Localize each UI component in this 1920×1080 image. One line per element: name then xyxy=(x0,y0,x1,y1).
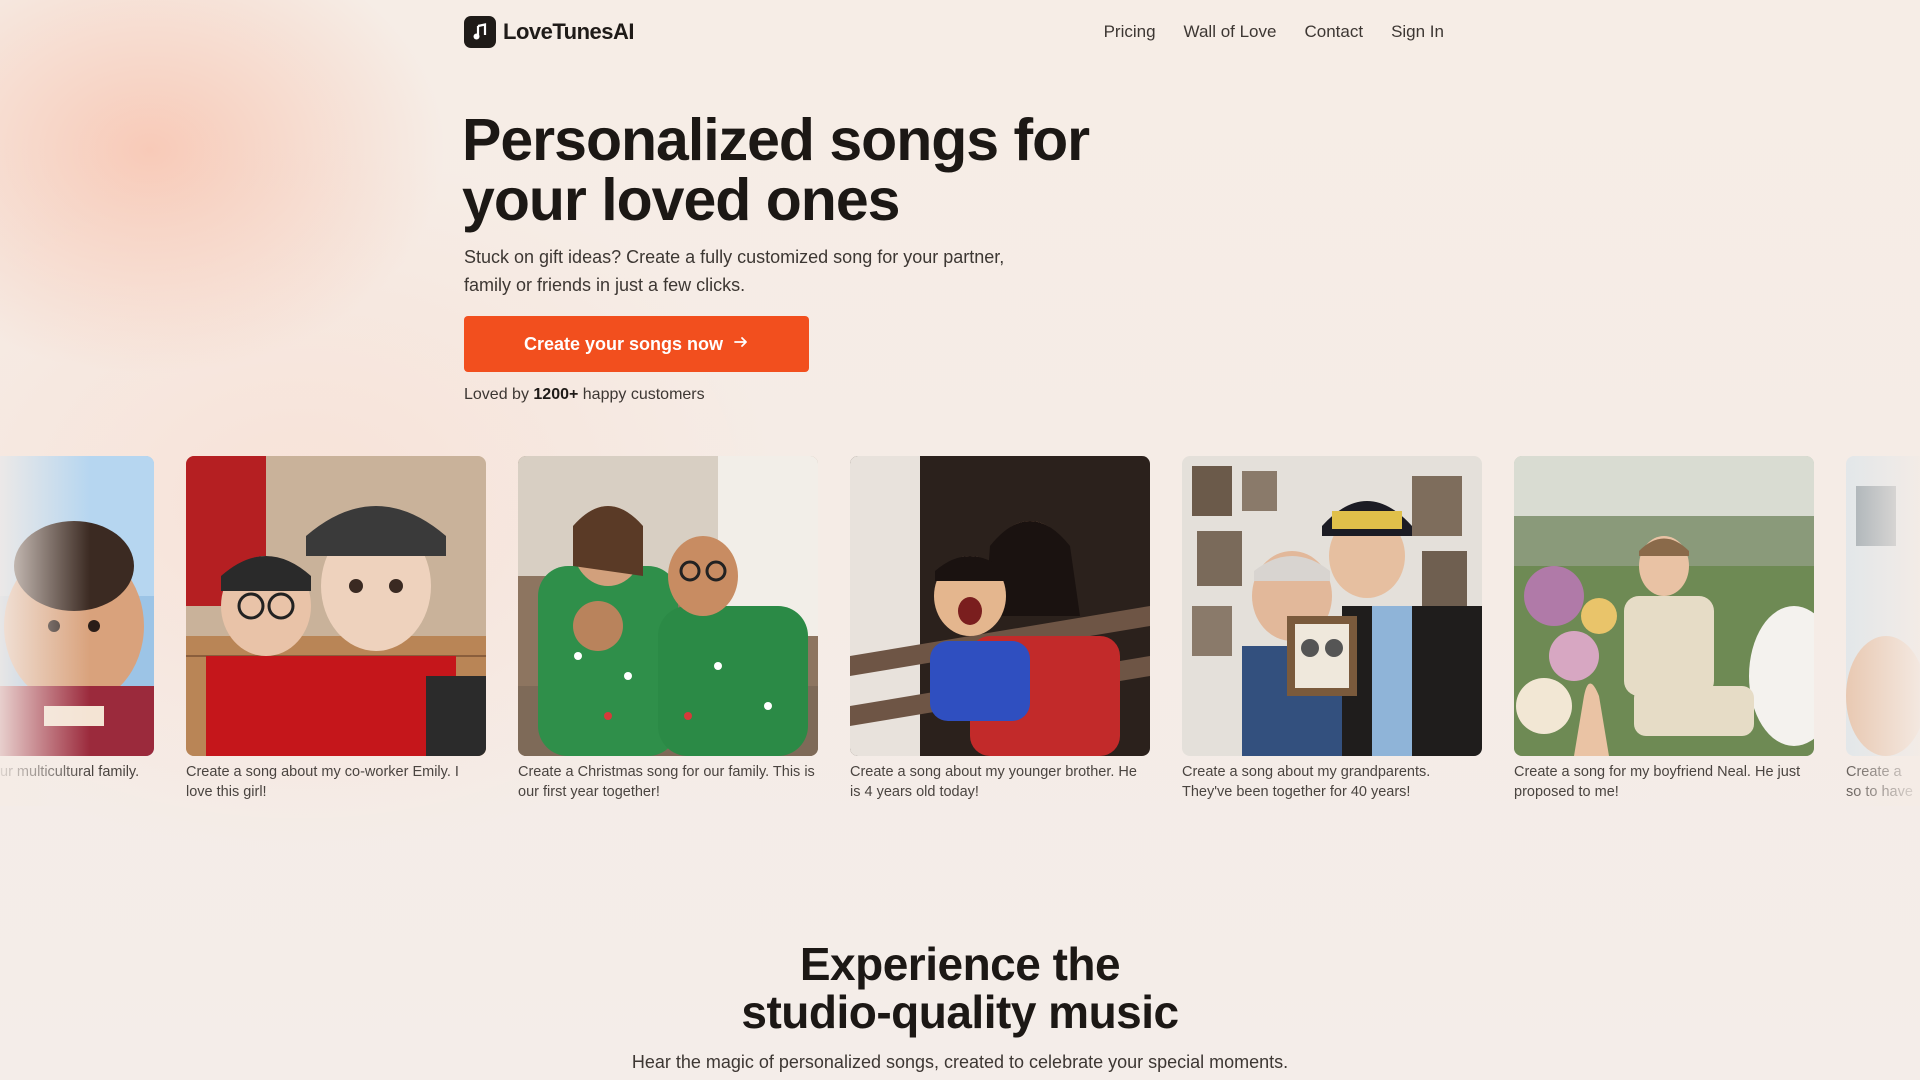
card-caption: Create a Christmas song for our family. … xyxy=(518,764,815,800)
card-caption: ur multicultural family. xyxy=(0,764,140,780)
card-photo xyxy=(518,456,818,756)
card-caption: Create a song about my grandparents. The… xyxy=(1182,764,1431,800)
hero-title-line-1: Personalized songs for xyxy=(462,107,1090,173)
card-caption: Create a song about my co-worker Emily. … xyxy=(186,764,459,800)
nav-contact-link[interactable]: Contact xyxy=(1304,22,1363,42)
card-photo xyxy=(186,456,486,756)
card-caption: Create a song for my boyfriend Neal. He … xyxy=(1514,764,1801,800)
social-proof-prefix: Loved by xyxy=(464,386,529,403)
nav-sign-in-link[interactable]: Sign In xyxy=(1391,22,1444,42)
hero-subtitle: Stuck on gift ideas? Create a fully cust… xyxy=(464,247,1005,295)
card-caption: Create a so to have a xyxy=(1846,764,1913,806)
nav-pricing-link[interactable]: Pricing xyxy=(1104,22,1156,42)
brand-name: LoveTunesAI xyxy=(503,19,635,44)
customer-count: 1200+ xyxy=(533,386,579,403)
social-proof: Loved by 1200+ happy customers xyxy=(464,386,705,404)
hero-title: Personalized songs for your loved ones xyxy=(462,110,1222,230)
top-nav: LoveTunesAI Pricing Wall of Love Contact… xyxy=(464,14,1444,50)
social-proof-suffix: happy customers xyxy=(582,386,705,403)
music-note-icon xyxy=(464,16,496,48)
card-photo xyxy=(0,456,154,756)
hero-title-line-2: your loved ones xyxy=(462,167,900,233)
section-title-line-2: studio-quality music xyxy=(741,986,1179,1038)
section-subtitle: Hear the magic of personalized songs, cr… xyxy=(631,1052,1289,1072)
section-title: Experience the studio-quality music xyxy=(0,940,1920,1036)
nav-links: Pricing Wall of Love Contact Sign In xyxy=(1104,22,1444,42)
card-photo xyxy=(1182,456,1482,756)
section-title-line-1: Experience the xyxy=(799,938,1121,990)
card-caption: Create a song about my younger brother. … xyxy=(850,764,1137,800)
carousel-card[interactable]: Create a song for my boyfriend Neal. He … xyxy=(1514,456,1814,802)
arrow-right-icon xyxy=(733,334,749,355)
card-photo xyxy=(1514,456,1814,756)
carousel-card[interactable]: Create a song about my co-worker Emily. … xyxy=(186,456,486,802)
card-photo xyxy=(1846,456,1920,756)
nav-wall-of-love-link[interactable]: Wall of Love xyxy=(1184,22,1277,42)
carousel-card[interactable]: Create a song about my younger brother. … xyxy=(850,456,1150,802)
carousel-card[interactable]: ur multicultural family. xyxy=(0,456,154,782)
create-songs-button[interactable]: Create your songs now xyxy=(464,316,809,372)
card-photo xyxy=(850,456,1150,756)
carousel-card[interactable]: Create a Christmas song for our family. … xyxy=(518,456,818,802)
create-songs-label: Create your songs now xyxy=(523,333,724,354)
carousel-card[interactable]: Create a song about my grandparents. The… xyxy=(1182,456,1482,802)
carousel-card[interactable]: Create a so to have a xyxy=(1846,456,1920,806)
brand-logo[interactable]: LoveTunesAI xyxy=(464,16,635,48)
testimonial-carousel[interactable]: ur multicultural family. Create a song a… xyxy=(0,456,1920,806)
